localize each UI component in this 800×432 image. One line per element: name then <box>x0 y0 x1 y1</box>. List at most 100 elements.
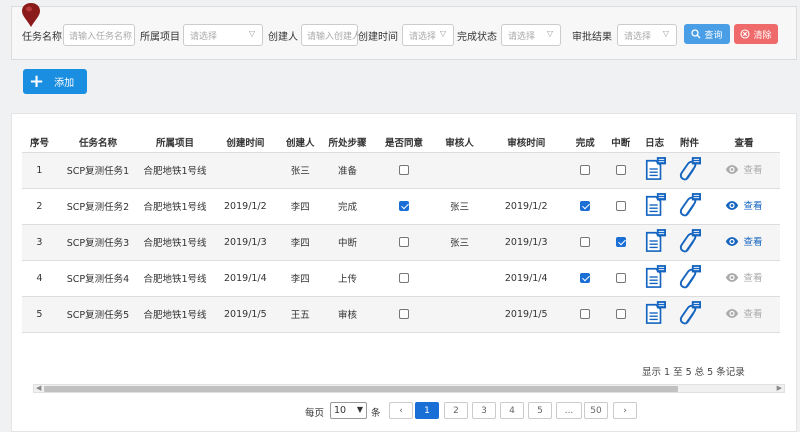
table-cell: 李四 <box>279 187 321 224</box>
per-page-select[interactable]: 10 ▼ <box>330 402 367 419</box>
table-cell <box>638 295 672 333</box>
add-button[interactable]: + 添加 <box>23 69 87 94</box>
created-time: 2019/1/2 <box>224 200 267 212</box>
agree-checkbox[interactable] <box>399 273 410 283</box>
eye-icon <box>725 308 739 319</box>
status-select-value: 请选择 <box>508 32 536 42</box>
column-header: 日志 <box>645 137 665 149</box>
view-link[interactable]: 查看 <box>725 270 763 284</box>
done-checkbox[interactable] <box>580 201 591 211</box>
table-cell <box>374 259 434 296</box>
creator: 张三 <box>290 166 310 177</box>
table-cell: 合肥地铁1号线 <box>139 187 211 224</box>
page-button[interactable]: ... <box>556 402 582 419</box>
scroll-left-icon[interactable]: ◀ <box>36 384 41 392</box>
current-step: 上传 <box>338 274 358 285</box>
log-document-icon[interactable] <box>644 265 666 289</box>
next-page-button[interactable]: › <box>613 402 637 419</box>
log-document-icon[interactable] <box>644 301 666 325</box>
chevron-down-icon: ▽ <box>439 29 446 38</box>
interrupted-checkbox[interactable] <box>615 309 626 319</box>
attachment-clip-icon[interactable] <box>679 265 701 289</box>
interrupted-checkbox[interactable] <box>615 201 626 211</box>
clear-button[interactable]: 清除 <box>734 24 778 44</box>
creator-input[interactable]: 请输入创建人 <box>301 24 358 46</box>
table-cell <box>638 151 672 188</box>
page-button[interactable]: 1 <box>415 402 439 419</box>
interrupted-checkbox[interactable] <box>615 165 626 175</box>
created-time-label: 创建时间 <box>358 32 398 43</box>
view-link[interactable]: 查看 <box>725 162 763 176</box>
search-button[interactable]: 查询 <box>684 24 730 44</box>
project-label: 所属项目 <box>140 32 180 43</box>
agree-checkbox[interactable] <box>399 309 410 319</box>
prev-page-button[interactable]: ‹ <box>389 402 413 419</box>
column-header: 创建时间 <box>226 137 265 149</box>
task-name-input[interactable]: 请输入任务名称 <box>63 24 135 46</box>
table-cell: SCP复测任务2 <box>56 187 140 224</box>
map-pin-icon <box>22 3 40 27</box>
eye-icon <box>725 164 739 175</box>
table-cell: 2019/1/2 <box>485 187 568 224</box>
done-checkbox[interactable] <box>580 165 591 175</box>
task-name: SCP复测任务1 <box>66 166 130 177</box>
done-checkbox[interactable] <box>580 273 591 283</box>
created-time-select[interactable]: 请选择 ▽ <box>402 24 454 46</box>
horizontal-scrollbar[interactable]: ◀ ▶ <box>33 384 785 393</box>
status-select[interactable]: 请选择 ▽ <box>501 24 561 46</box>
attachment-clip-icon[interactable] <box>679 157 701 181</box>
created-time: 2019/1/5 <box>224 308 267 320</box>
table-cell: 查看 <box>707 223 780 260</box>
row-number: 3 <box>36 236 43 248</box>
task-table: 序号 任务名称 所属项目 创建时间 创建人 所处步骤 是否同意 审核人 审核时间 完成 中断 日志 附件… <box>22 132 780 333</box>
agree-checkbox[interactable] <box>399 201 410 211</box>
table-cell <box>603 223 639 260</box>
created-time: 2019/1/4 <box>224 272 267 284</box>
table-cell: 王五 <box>279 295 321 333</box>
agree-checkbox[interactable] <box>399 165 410 175</box>
done-checkbox[interactable] <box>580 237 591 247</box>
table-cell <box>433 259 486 296</box>
interrupted-checkbox[interactable] <box>615 273 626 283</box>
log-document-icon[interactable] <box>644 229 666 253</box>
scrollbar-thumb[interactable] <box>44 386 678 392</box>
attachment-clip-icon[interactable] <box>679 193 701 217</box>
view-link[interactable]: 查看 <box>725 198 763 212</box>
table-cell: 审核 <box>320 295 375 333</box>
table-cell <box>603 187 639 224</box>
close-circle-icon <box>740 29 751 39</box>
project-select[interactable]: 请选择 ▽ <box>183 24 263 46</box>
attachment-clip-icon[interactable] <box>679 301 701 325</box>
log-document-icon[interactable] <box>644 157 666 181</box>
chevron-down-icon: ▼ <box>356 405 363 414</box>
view-link[interactable]: 查看 <box>725 234 763 248</box>
table-cell: 2019/1/5 <box>210 295 280 333</box>
project-name: 合肥地铁1号线 <box>143 274 207 285</box>
interrupted-checkbox[interactable] <box>615 237 626 247</box>
table-cell <box>603 295 639 333</box>
eye-icon <box>725 236 739 247</box>
log-document-icon[interactable] <box>644 193 666 217</box>
table-cell: 5 <box>22 295 57 333</box>
agree-checkbox[interactable] <box>399 237 410 247</box>
page-button[interactable]: 4 <box>500 402 524 419</box>
column-header: 完成 <box>575 137 595 149</box>
scroll-right-icon[interactable]: ▶ <box>777 384 782 392</box>
done-checkbox[interactable] <box>580 309 591 319</box>
table-cell: 3 <box>22 223 57 260</box>
attachment-clip-icon[interactable] <box>679 229 701 253</box>
table-cell <box>603 151 639 188</box>
add-button-label: 添加 <box>54 78 75 89</box>
page-button[interactable]: 2 <box>444 402 468 419</box>
page-button[interactable]: 5 <box>528 402 552 419</box>
page-button[interactable]: 3 <box>472 402 496 419</box>
column-header: 查看 <box>734 137 754 149</box>
page-button[interactable]: 50 <box>584 402 608 419</box>
table-cell: 张三 <box>279 151 321 188</box>
view-link[interactable]: 查看 <box>725 306 763 320</box>
table-row: 5 SCP复测任务5 合肥地铁1号线 2019/1/5 王五 审核 2019/1/5 查看 <box>22 295 780 333</box>
table-cell: 合肥地铁1号线 <box>139 295 211 333</box>
project-select-value: 请选择 <box>190 32 218 42</box>
approval-select[interactable]: 请选择 ▽ <box>617 24 677 46</box>
project-name: 合肥地铁1号线 <box>143 310 207 321</box>
